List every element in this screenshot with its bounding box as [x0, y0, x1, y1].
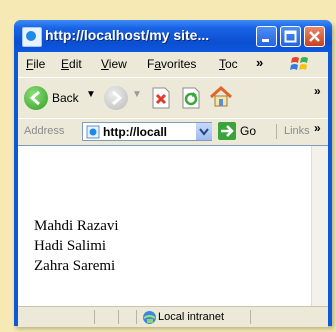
back-arrow-icon[interactable]	[24, 86, 48, 110]
browser-window: http://localhost/my site... File Edit Vi…	[14, 20, 332, 327]
minimize-button[interactable]	[256, 26, 277, 47]
back-dropdown-arrow-icon[interactable]: ▼	[86, 89, 96, 100]
toolbar-overflow-chevron[interactable]: »	[314, 84, 321, 98]
page-icon	[86, 125, 100, 139]
address-label: Address	[24, 125, 65, 137]
status-divider	[136, 310, 137, 324]
windows-logo-icon	[290, 57, 308, 70]
address-url[interactable]: http://locall	[103, 125, 167, 139]
page-content: Mahdi Razavi Hadi Salimi Zahra Saremi	[18, 145, 328, 306]
title-bar[interactable]: http://localhost/my site...	[14, 20, 332, 52]
links-overflow-chevron[interactable]: »	[314, 121, 321, 135]
go-button[interactable]: Go	[240, 124, 256, 138]
status-divider	[118, 310, 119, 324]
list-item: Zahra Saremi	[34, 258, 116, 274]
vertical-scrollbar[interactable]	[311, 146, 328, 306]
status-bar: Local intranet	[18, 306, 328, 327]
menu-favorites[interactable]: Favorites	[147, 57, 196, 71]
security-zone-label: Local intranet	[158, 311, 225, 323]
list-item: Hadi Salimi	[34, 238, 107, 254]
menu-file[interactable]: File	[26, 57, 45, 71]
address-bar: Address http://locall Go Links »	[18, 118, 328, 145]
refresh-icon[interactable]	[180, 86, 202, 110]
menu-edit[interactable]: Edit	[61, 57, 82, 71]
links-button[interactable]: Links	[284, 125, 310, 137]
ie-page-icon	[22, 27, 42, 47]
menu-overflow-chevron[interactable]: »	[256, 55, 263, 70]
back-button[interactable]: Back	[52, 91, 79, 105]
status-divider	[94, 310, 95, 324]
list-item: Mahdi Razavi	[34, 218, 119, 234]
go-arrow-icon[interactable]	[218, 122, 236, 140]
address-divider	[276, 124, 277, 139]
address-dropdown-icon[interactable]	[195, 123, 212, 140]
menu-view[interactable]: View	[101, 57, 127, 71]
name-list: Mahdi Razavi Hadi Salimi Zahra Saremi	[34, 216, 119, 276]
status-divider	[250, 310, 251, 324]
menu-bar: File Edit View Favorites Toc »	[18, 52, 328, 76]
maximize-button[interactable]	[280, 26, 301, 47]
home-icon[interactable]	[208, 84, 234, 110]
standard-toolbar: Back ▼ ▼ »	[18, 77, 328, 119]
forward-dropdown-arrow-icon[interactable]: ▼	[132, 89, 142, 100]
close-button[interactable]	[304, 26, 325, 47]
window-title: http://localhost/my site...	[45, 27, 210, 43]
menu-tools[interactable]: Toc	[219, 57, 238, 71]
stop-icon[interactable]	[150, 86, 172, 110]
client-area: File Edit View Favorites Toc » Back ▼ ▼	[18, 52, 328, 327]
forward-arrow-icon[interactable]	[104, 86, 128, 110]
local-intranet-icon	[143, 311, 156, 324]
address-input[interactable]: http://locall	[82, 122, 212, 141]
